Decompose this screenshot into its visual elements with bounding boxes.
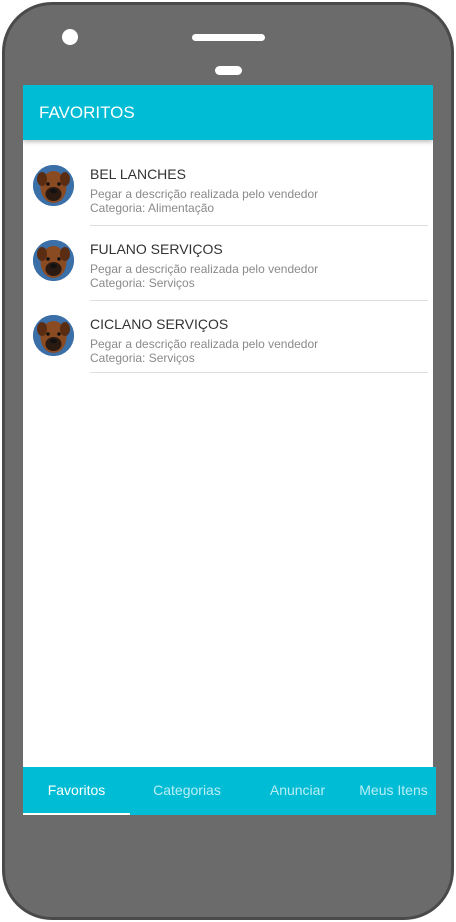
tab-anunciar[interactable]: Anunciar	[244, 767, 351, 815]
tab-categorias[interactable]: Categorias	[130, 767, 244, 815]
item-category: Categoria: Serviços	[90, 351, 195, 365]
avatar	[33, 240, 74, 281]
list-item-text: FULANO SERVIÇOS Pegar a descrição realiz…	[90, 241, 428, 301]
tab-meus-itens[interactable]: Meus Itens	[351, 767, 436, 815]
list-item[interactable]: BEL LANCHES Pegar a descrição realizada …	[23, 151, 433, 226]
item-description: Pegar a descrição realizada pelo vendedo…	[90, 262, 319, 276]
favorites-list: BEL LANCHES Pegar a descrição realizada …	[23, 151, 433, 373]
app-bar: FAVORITOS	[23, 85, 433, 140]
avatar	[33, 165, 74, 206]
app-screen: FAVORITOS BEL LANCHES Pegar a descrição …	[23, 85, 433, 814]
item-category: Categoria: Serviços	[90, 276, 195, 290]
list-item-text: CICLANO SERVIÇOS Pegar a descrição reali…	[90, 316, 428, 373]
item-description: Pegar a descrição realizada pelo vendedo…	[90, 337, 319, 351]
list-item[interactable]: FULANO SERVIÇOS Pegar a descrição realiz…	[23, 226, 433, 301]
item-title: CICLANO SERVIÇOS	[90, 316, 229, 332]
item-category: Categoria: Alimentação	[90, 201, 215, 215]
page-title: FAVORITOS	[39, 103, 135, 122]
phone-mockup: FAVORITOS BEL LANCHES Pegar a descrição …	[0, 0, 456, 922]
camera-dot	[62, 29, 78, 45]
list-item-text: BEL LANCHES Pegar a descrição realizada …	[90, 166, 428, 226]
speaker-grille	[192, 34, 265, 41]
list-item[interactable]: CICLANO SERVIÇOS Pegar a descrição reali…	[23, 301, 433, 373]
item-description: Pegar a descrição realizada pelo vendedo…	[90, 187, 319, 201]
item-title: FULANO SERVIÇOS	[90, 241, 223, 257]
sensor-pill	[215, 66, 242, 75]
bottom-tab-bar: Favoritos Categorias Anunciar Meus Itens	[23, 767, 436, 815]
avatar	[33, 315, 74, 356]
item-title: BEL LANCHES	[90, 166, 186, 182]
tab-favoritos[interactable]: Favoritos	[23, 767, 130, 815]
